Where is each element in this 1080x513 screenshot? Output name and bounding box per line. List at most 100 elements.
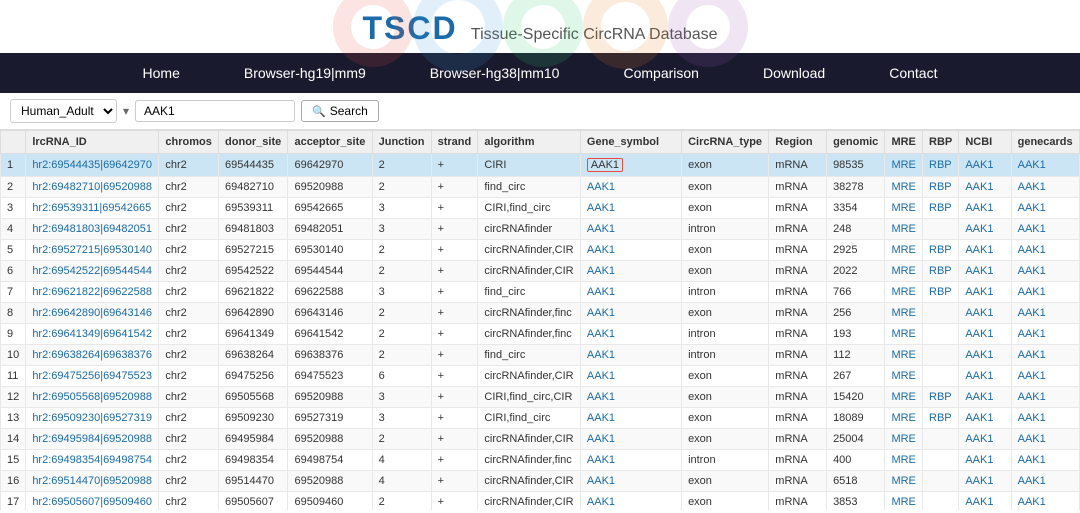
circrna-id-cell[interactable]: hr2:69514470|69520988 (26, 471, 159, 492)
gene-symbol-cell[interactable]: AAK1 (580, 240, 681, 261)
rbp-cell[interactable]: RBP (923, 282, 959, 303)
genecards-cell[interactable]: AAK1 (1011, 471, 1079, 492)
genecards-cell[interactable]: AAK1 (1011, 219, 1079, 240)
mre-cell[interactable]: MRE (885, 366, 923, 387)
ncbi-cell[interactable]: AAK1 (959, 261, 1011, 282)
nav-home[interactable]: Home (111, 53, 212, 93)
rbp-cell[interactable]: RBP (923, 408, 959, 429)
rbp-cell[interactable]: RBP (923, 154, 959, 177)
ncbi-cell[interactable]: AAK1 (959, 240, 1011, 261)
circrna-id-cell[interactable]: hr2:69539311|69542665 (26, 198, 159, 219)
circrna-id-cell[interactable]: hr2:69527215|69530140 (26, 240, 159, 261)
genecards-cell[interactable]: AAK1 (1011, 198, 1079, 219)
mre-cell[interactable]: MRE (885, 177, 923, 198)
circrna-id-cell[interactable]: hr2:69505568|69520988 (26, 387, 159, 408)
rbp-cell[interactable]: RBP (923, 387, 959, 408)
circrna-id-cell[interactable]: hr2:69482710|69520988 (26, 177, 159, 198)
nav-browser-hg38[interactable]: Browser-hg38|mm10 (398, 53, 592, 93)
mre-cell[interactable]: MRE (885, 324, 923, 345)
genecards-cell[interactable]: AAK1 (1011, 366, 1079, 387)
genecards-cell[interactable]: AAK1 (1011, 240, 1079, 261)
rbp-cell[interactable]: RBP (923, 198, 959, 219)
circrna-id-cell[interactable]: hr2:69505607|69509460 (26, 492, 159, 511)
circrna-id-cell[interactable]: hr2:69475256|69475523 (26, 366, 159, 387)
gene-symbol-cell[interactable]: AAK1 (580, 303, 681, 324)
nav-browser-hg19[interactable]: Browser-hg19|mm9 (212, 53, 398, 93)
mre-cell[interactable]: MRE (885, 198, 923, 219)
organism-select[interactable]: Human_Adult Human_Fetal Mouse_Adult Mous… (10, 99, 117, 123)
ncbi-cell[interactable]: AAK1 (959, 345, 1011, 366)
ncbi-cell[interactable]: AAK1 (959, 154, 1011, 177)
gene-symbol-cell[interactable]: AAK1 (580, 154, 681, 177)
gene-symbol-cell[interactable]: AAK1 (580, 219, 681, 240)
genecards-cell[interactable]: AAK1 (1011, 261, 1079, 282)
mre-cell[interactable]: MRE (885, 219, 923, 240)
genecards-cell[interactable]: AAK1 (1011, 282, 1079, 303)
circrna-id-cell[interactable]: hr2:69509230|69527319 (26, 408, 159, 429)
gene-symbol-cell[interactable]: AAK1 (580, 345, 681, 366)
genecards-cell[interactable]: AAK1 (1011, 324, 1079, 345)
gene-symbol-cell[interactable]: AAK1 (580, 429, 681, 450)
ncbi-cell[interactable]: AAK1 (959, 324, 1011, 345)
ncbi-cell[interactable]: AAK1 (959, 198, 1011, 219)
genecards-cell[interactable]: AAK1 (1011, 177, 1079, 198)
gene-symbol-cell[interactable]: AAK1 (580, 282, 681, 303)
genecards-cell[interactable]: AAK1 (1011, 408, 1079, 429)
mre-cell[interactable]: MRE (885, 471, 923, 492)
ncbi-cell[interactable]: AAK1 (959, 492, 1011, 511)
rbp-cell[interactable]: RBP (923, 261, 959, 282)
ncbi-cell[interactable]: AAK1 (959, 366, 1011, 387)
ncbi-cell[interactable]: AAK1 (959, 282, 1011, 303)
genecards-cell[interactable]: AAK1 (1011, 303, 1079, 324)
circrna-id-cell[interactable]: hr2:69621822|69622588 (26, 282, 159, 303)
circrna-id-cell[interactable]: hr2:69481803|69482051 (26, 219, 159, 240)
mre-cell[interactable]: MRE (885, 261, 923, 282)
circrna-id-cell[interactable]: hr2:69498354|69498754 (26, 450, 159, 471)
mre-cell[interactable]: MRE (885, 303, 923, 324)
ncbi-cell[interactable]: AAK1 (959, 471, 1011, 492)
nav-comparison[interactable]: Comparison (591, 53, 730, 93)
circrna-id-cell[interactable]: hr2:69542522|69544544 (26, 261, 159, 282)
genecards-cell[interactable]: AAK1 (1011, 345, 1079, 366)
genecards-cell[interactable]: AAK1 (1011, 387, 1079, 408)
circrna-id-cell[interactable]: hr2:69638264|69638376 (26, 345, 159, 366)
ncbi-cell[interactable]: AAK1 (959, 177, 1011, 198)
gene-symbol-cell[interactable]: AAK1 (580, 324, 681, 345)
genecards-cell[interactable]: AAK1 (1011, 154, 1079, 177)
rbp-cell[interactable]: RBP (923, 240, 959, 261)
search-button[interactable]: 🔍 Search (301, 100, 379, 122)
gene-symbol-cell[interactable]: AAK1 (580, 450, 681, 471)
genecards-cell[interactable]: AAK1 (1011, 429, 1079, 450)
mre-cell[interactable]: MRE (885, 282, 923, 303)
circrna-id-cell[interactable]: hr2:69544435|69642970 (26, 154, 159, 177)
mre-cell[interactable]: MRE (885, 450, 923, 471)
search-input[interactable] (135, 100, 295, 122)
nav-contact[interactable]: Contact (857, 53, 969, 93)
mre-cell[interactable]: MRE (885, 345, 923, 366)
mre-cell[interactable]: MRE (885, 429, 923, 450)
ncbi-cell[interactable]: AAK1 (959, 450, 1011, 471)
ncbi-cell[interactable]: AAK1 (959, 219, 1011, 240)
gene-symbol-cell[interactable]: AAK1 (580, 198, 681, 219)
ncbi-cell[interactable]: AAK1 (959, 387, 1011, 408)
circrna-id-cell[interactable]: hr2:69641349|69641542 (26, 324, 159, 345)
gene-symbol-cell[interactable]: AAK1 (580, 492, 681, 511)
mre-cell[interactable]: MRE (885, 154, 923, 177)
mre-cell[interactable]: MRE (885, 240, 923, 261)
circrna-id-cell[interactable]: hr2:69495984|69520988 (26, 429, 159, 450)
ncbi-cell[interactable]: AAK1 (959, 408, 1011, 429)
mre-cell[interactable]: MRE (885, 408, 923, 429)
gene-symbol-cell[interactable]: AAK1 (580, 387, 681, 408)
gene-symbol-cell[interactable]: AAK1 (580, 366, 681, 387)
rbp-cell[interactable]: RBP (923, 177, 959, 198)
nav-download[interactable]: Download (731, 53, 857, 93)
gene-symbol-cell[interactable]: AAK1 (580, 261, 681, 282)
circrna-id-cell[interactable]: hr2:69642890|69643146 (26, 303, 159, 324)
genecards-cell[interactable]: AAK1 (1011, 492, 1079, 511)
mre-cell[interactable]: MRE (885, 492, 923, 511)
ncbi-cell[interactable]: AAK1 (959, 429, 1011, 450)
ncbi-cell[interactable]: AAK1 (959, 303, 1011, 324)
genecards-cell[interactable]: AAK1 (1011, 450, 1079, 471)
mre-cell[interactable]: MRE (885, 387, 923, 408)
gene-symbol-cell[interactable]: AAK1 (580, 177, 681, 198)
